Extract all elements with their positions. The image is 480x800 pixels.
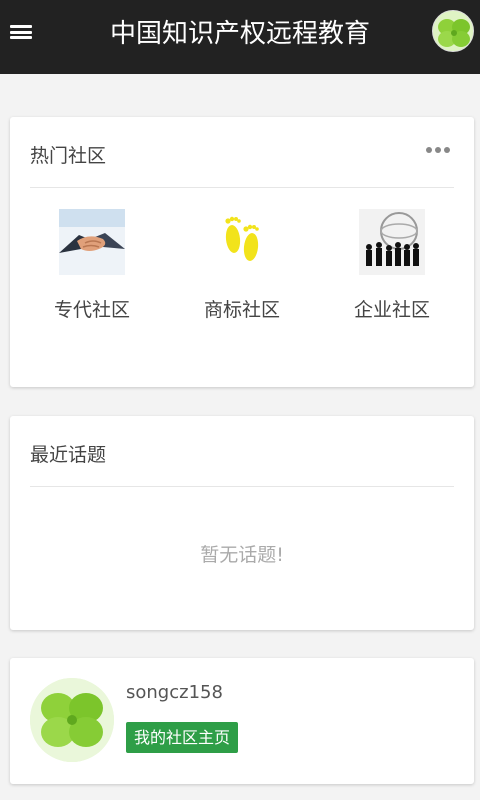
community-label: 商标社区 [203, 299, 280, 321]
app-title: 中国知识产权远程教育 [109, 19, 370, 49]
recent-topics-card: 最近话题 暂无话题! [10, 416, 474, 630]
community-label: 企业社区 [353, 299, 430, 321]
community-item-enterprise[interactable]: 企业社区 [317, 209, 467, 322]
username: songcz158 [126, 682, 223, 703]
hamburger-menu-icon[interactable] [10, 22, 32, 42]
footprints-icon [225, 216, 259, 261]
community-item-patent-agent[interactable]: 专代社区 [17, 209, 167, 322]
community-label: 专代社区 [53, 299, 130, 321]
user-card: songcz158 我的社区主页 [10, 658, 474, 784]
hot-communities-title: 热门社区 [30, 145, 107, 167]
recent-topics-title: 最近话题 [30, 444, 107, 466]
ellipsis-icon[interactable] [426, 147, 450, 153]
clover-avatar-icon [30, 678, 114, 762]
hot-communities-card: 热门社区 专代社区 商标社区 企业社区 [10, 117, 474, 387]
divider [30, 187, 454, 188]
handshake-icon [59, 209, 125, 275]
empty-topics-text: 暂无话题! [200, 544, 284, 566]
divider [30, 486, 454, 487]
user-avatar[interactable] [30, 678, 114, 762]
clover-avatar-icon[interactable] [432, 10, 474, 52]
top-app-bar: 中国知识产权远程教育 [0, 0, 480, 74]
community-list: 专代社区 商标社区 企业社区 [10, 209, 474, 329]
community-item-trademark[interactable]: 商标社区 [167, 209, 317, 322]
my-community-home-button[interactable]: 我的社区主页 [126, 722, 239, 753]
business-people-icon [359, 209, 425, 275]
